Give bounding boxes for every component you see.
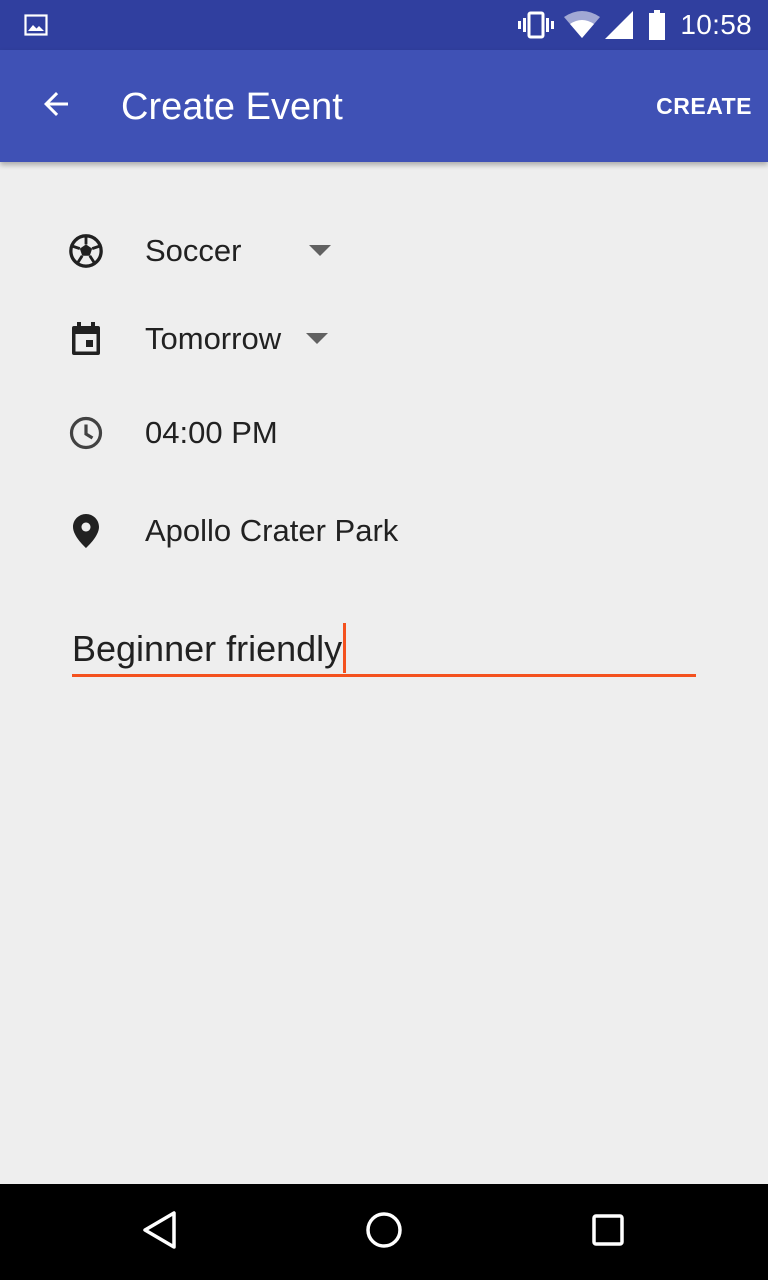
sport-row: Soccer	[0, 219, 768, 283]
location-value: Apollo Crater Park	[145, 513, 399, 548]
wifi-icon	[564, 11, 601, 39]
clock-icon	[68, 415, 104, 451]
recents-square-icon	[591, 1213, 625, 1252]
back-button[interactable]	[28, 78, 84, 134]
cellular-signal-icon	[604, 10, 634, 40]
vibrate-icon	[518, 10, 555, 40]
date-value: Tomorrow	[145, 321, 282, 356]
nav-recents-button[interactable]	[584, 1208, 632, 1256]
location-row: Apollo Crater Park	[0, 499, 768, 563]
text-cursor	[343, 623, 347, 673]
chevron-down-icon	[306, 307, 328, 371]
date-row: Tomorrow	[0, 307, 768, 371]
location-pin-icon	[68, 513, 104, 549]
status-bar: 10:58	[0, 0, 768, 50]
description-input[interactable]: Beginner friendly	[72, 617, 696, 677]
arrow-back-icon	[38, 86, 74, 127]
input-underline	[72, 674, 696, 677]
back-triangle-icon	[141, 1210, 179, 1255]
image-icon	[24, 13, 48, 37]
create-button[interactable]: CREATE	[656, 50, 752, 162]
nav-back-button[interactable]	[136, 1208, 184, 1256]
status-icons: 10:58	[518, 0, 752, 50]
chevron-down-icon	[309, 219, 331, 283]
page-title: Create Event	[121, 86, 343, 128]
sport-value: Soccer	[145, 233, 242, 268]
home-circle-icon	[364, 1210, 404, 1255]
navigation-bar	[0, 1184, 768, 1280]
soccer-ball-icon	[68, 233, 104, 269]
time-row: 04:00 PM	[0, 401, 768, 465]
status-time: 10:58	[680, 9, 752, 40]
nav-home-button[interactable]	[360, 1208, 408, 1256]
description-text: Beginner friendly	[72, 623, 347, 673]
time-value: 04:00 PM	[145, 415, 278, 450]
app-bar: Create Event CREATE	[0, 50, 768, 162]
battery-icon	[648, 10, 666, 40]
calendar-icon	[68, 321, 104, 357]
